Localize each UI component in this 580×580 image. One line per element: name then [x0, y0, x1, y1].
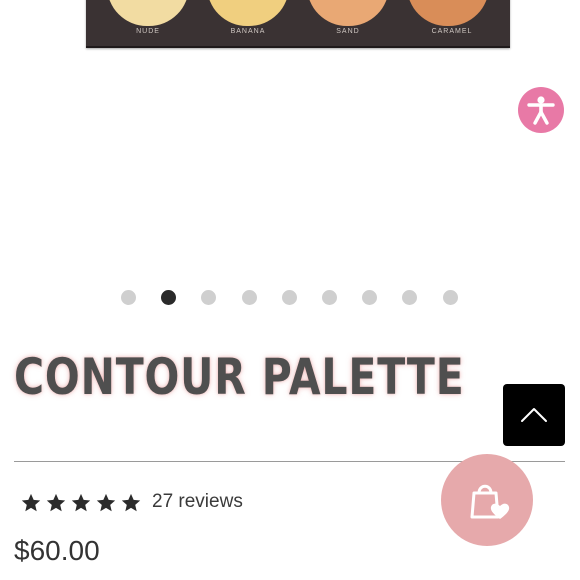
accessibility-icon — [527, 96, 555, 125]
product-title: CONTOUR PALETTE — [14, 348, 465, 406]
star-icon — [121, 493, 141, 512]
chevron-up-icon — [521, 408, 547, 422]
carousel-dot[interactable] — [121, 290, 136, 305]
product-image[interactable]: NUDE BANANA SAND CARAMEL — [86, 0, 510, 48]
back-to-top-button[interactable] — [503, 384, 565, 446]
shade-swatch — [307, 0, 389, 26]
carousel-dot[interactable] — [161, 290, 177, 305]
shopping-bag-heart-icon — [470, 484, 510, 519]
shade-label: BANANA — [230, 28, 266, 35]
carousel-dot[interactable] — [442, 290, 458, 305]
carousel-dot[interactable] — [241, 290, 257, 305]
shade-label: NUDE — [136, 28, 160, 35]
shade-label: SAND — [336, 28, 360, 35]
star-icon — [96, 493, 116, 512]
carousel-dot[interactable] — [402, 290, 418, 305]
reviews-link[interactable]: 27 reviews — [152, 491, 243, 513]
carousel-dot[interactable] — [281, 290, 297, 305]
shade-label: CARAMEL — [431, 28, 473, 35]
star-icon — [71, 493, 91, 512]
star-icon — [46, 493, 66, 512]
carousel-dot[interactable] — [322, 290, 337, 305]
rating-stars[interactable] — [20, 492, 142, 514]
shade-swatch — [107, 0, 189, 26]
product-price: $60.00 — [14, 535, 100, 566]
shade-swatch — [207, 0, 289, 26]
shade-swatch — [407, 0, 489, 26]
carousel-dot[interactable] — [362, 290, 378, 305]
wishlist-button[interactable] — [441, 454, 533, 546]
star-icon — [21, 493, 41, 512]
accessibility-button[interactable] — [518, 87, 564, 133]
carousel-dot[interactable] — [201, 290, 217, 305]
